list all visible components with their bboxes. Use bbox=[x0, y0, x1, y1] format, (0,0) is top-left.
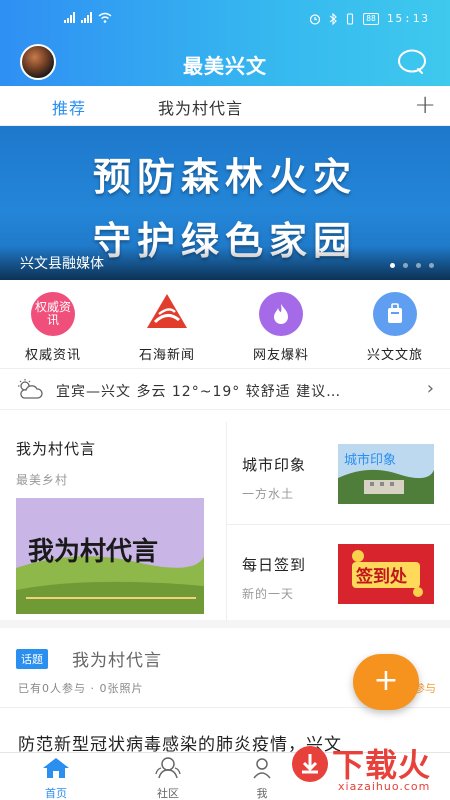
quick-label: 网友爆料 bbox=[252, 348, 309, 363]
signal-icon bbox=[81, 12, 92, 23]
city-impression-card[interactable]: 城市印象 一方水土 bbox=[242, 454, 332, 502]
card-subtitle: 最美乡村 bbox=[16, 473, 69, 487]
card-subtitle: 新的一天 bbox=[242, 587, 295, 601]
quick-entries: 权威资讯 权威资讯 石海新闻 网友爆料 兴文文旅 bbox=[0, 284, 450, 368]
watermark-url: xiazaihuo.com bbox=[338, 780, 431, 793]
topic-title: 我为村代言 bbox=[72, 651, 162, 671]
topic-meta: 已有0人参与 · 0张照片 bbox=[18, 682, 144, 695]
chevron-right-icon[interactable]: › bbox=[427, 378, 434, 399]
divider bbox=[226, 524, 450, 525]
weather-bar[interactable]: 宜宾—兴文 多云 12°~19° 较舒适 建议… › bbox=[0, 368, 450, 410]
tab-recommend[interactable]: 推荐 bbox=[52, 95, 86, 119]
app-screen: 88 15:13 最美兴文 推荐 我为村代言 + 预防森林火灾 守护绿色家园 兴… bbox=[0, 0, 450, 800]
home-icon bbox=[43, 758, 69, 778]
nav-home[interactable]: 首页 bbox=[26, 757, 86, 800]
card-title: 城市印象 bbox=[242, 456, 307, 474]
status-right: 88 15:13 bbox=[309, 12, 430, 25]
carousel-dot[interactable] bbox=[403, 263, 408, 268]
bluetooth-icon bbox=[329, 12, 338, 25]
channel-tabs: 推荐 我为村代言 + bbox=[0, 86, 450, 126]
quick-label: 石海新闻 bbox=[138, 348, 195, 363]
wifi-icon bbox=[98, 12, 112, 23]
quick-label: 兴文文旅 bbox=[366, 348, 423, 363]
weather-text: 宜宾—兴文 多云 12°~19° 较舒适 建议… bbox=[56, 384, 342, 400]
signal-icon bbox=[64, 12, 75, 23]
app-title: 最美兴文 bbox=[183, 54, 267, 78]
quick-authority-news[interactable]: 权威资讯 权威资讯 bbox=[8, 292, 98, 363]
carousel-dot[interactable] bbox=[416, 263, 421, 268]
signal-group bbox=[64, 12, 112, 23]
vibrate-icon bbox=[347, 12, 354, 25]
daily-checkin-card[interactable]: 每日签到 新的一天 bbox=[242, 554, 332, 602]
flame-icon bbox=[259, 292, 303, 336]
nav-label: 社区 bbox=[157, 787, 179, 800]
thumbnail-text: 我为村代言 bbox=[28, 537, 158, 567]
quick-label: 权威资讯 bbox=[24, 348, 81, 363]
nav-label: 首页 bbox=[45, 787, 67, 800]
thumbnail-text: 签到处 bbox=[355, 566, 408, 587]
watermark: 下载火 xiazaihuo.com bbox=[292, 740, 450, 800]
divider bbox=[226, 422, 227, 622]
status-bar: 88 15:13 bbox=[0, 8, 450, 30]
search-icon[interactable] bbox=[396, 48, 428, 76]
nav-profile[interactable]: 我 bbox=[232, 757, 292, 800]
shihai-logo-icon bbox=[145, 292, 189, 336]
banner-carousel[interactable]: 预防森林火灾 守护绿色家园 兴文县融媒体 bbox=[0, 126, 450, 280]
banner-headline: 预防森林火灾 bbox=[92, 154, 357, 199]
quick-shihai-news[interactable]: 石海新闻 bbox=[122, 292, 212, 363]
battery-icon: 88 bbox=[363, 12, 379, 25]
card-thumbnail: 我为村代言 bbox=[16, 498, 204, 614]
tab-village[interactable]: 我为村代言 bbox=[158, 95, 243, 119]
banner-caption: 兴文县融媒体 bbox=[20, 256, 104, 272]
banner-caption-bar: 兴文县融媒体 bbox=[0, 246, 450, 280]
alarm-icon bbox=[310, 13, 321, 25]
carousel-dot[interactable] bbox=[390, 263, 395, 268]
card-subtitle: 一方水土 bbox=[242, 487, 295, 501]
luggage-icon bbox=[373, 292, 417, 336]
download-icon bbox=[292, 746, 328, 782]
topic-tag: 话题 bbox=[16, 649, 48, 669]
nav-community[interactable]: 社区 bbox=[138, 757, 198, 800]
feature-grid: 我为村代言 最美乡村 我为村代言 城市印象 一方水土 城市印象 每日签到 新的一… bbox=[0, 410, 450, 628]
card-title: 每日签到 bbox=[242, 556, 307, 574]
quick-netizen-report[interactable]: 网友爆料 bbox=[236, 292, 326, 363]
city-thumbnail[interactable]: 城市印象 bbox=[338, 444, 434, 504]
card-title: 我为村代言 bbox=[16, 440, 97, 458]
checkin-thumbnail[interactable]: 签到处 bbox=[338, 544, 434, 604]
village-spokesperson-card[interactable]: 我为村代言 最美乡村 我为村代言 bbox=[16, 438, 216, 614]
add-channel-icon[interactable]: + bbox=[414, 90, 436, 120]
carousel-dots bbox=[390, 263, 434, 268]
cloud-sun-icon bbox=[18, 379, 43, 399]
header-bar: 88 15:13 最美兴文 bbox=[0, 0, 450, 86]
clock: 15:13 bbox=[386, 12, 430, 25]
nav-label: 我 bbox=[256, 787, 268, 800]
thumbnail-text: 城市印象 bbox=[344, 452, 396, 468]
quick-culture-tourism[interactable]: 兴文文旅 bbox=[350, 292, 440, 363]
add-post-button[interactable]: + bbox=[353, 654, 419, 710]
carousel-dot[interactable] bbox=[429, 263, 434, 268]
community-icon bbox=[155, 757, 181, 779]
authority-news-icon: 权威资讯 bbox=[31, 292, 75, 336]
profile-icon bbox=[253, 758, 271, 779]
